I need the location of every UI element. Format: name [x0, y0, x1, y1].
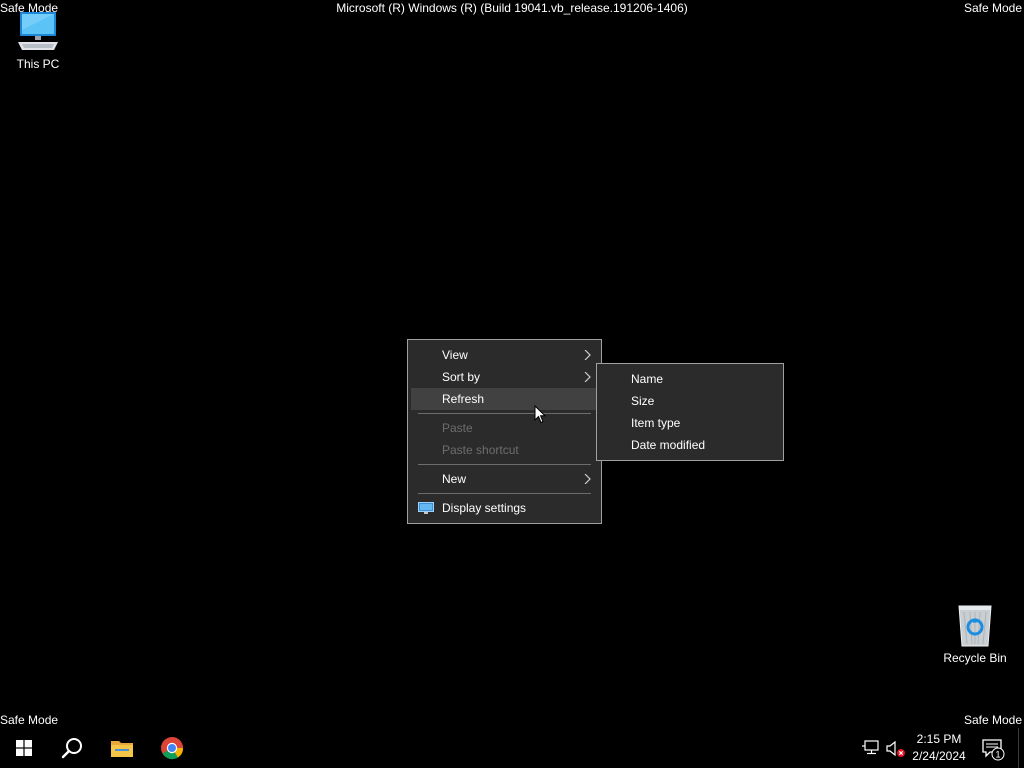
start-button[interactable]	[0, 728, 48, 768]
chevron-right-icon	[584, 350, 591, 360]
chrome-icon	[161, 737, 184, 760]
recycle-bin-icon	[958, 605, 992, 647]
safe-mode-label-bottom-right: Safe Mode	[963, 713, 1022, 727]
menu-item-label: New	[442, 472, 467, 486]
menu-item-label: Size	[631, 394, 655, 408]
menu-separator	[418, 464, 591, 465]
notification-count: 1	[995, 750, 1000, 760]
computer-icon	[18, 12, 58, 50]
menu-item-paste-shortcut: Paste shortcut	[411, 439, 598, 461]
chevron-right-icon	[584, 474, 591, 484]
action-center-icon: 1	[982, 739, 1005, 761]
menu-item-label: Item type	[631, 416, 681, 430]
search-button[interactable]	[48, 728, 96, 768]
chrome-button[interactable]	[148, 728, 196, 768]
taskbar: 2:15 PM 2/24/2024 1	[0, 728, 1024, 768]
desktop-icon-recycle-bin[interactable]: Recycle Bin	[937, 602, 1013, 665]
search-icon	[61, 738, 82, 759]
action-center-button[interactable]: 1	[982, 739, 1006, 766]
windows-logo-icon	[16, 740, 32, 756]
safe-mode-label-top-right: Safe Mode	[963, 1, 1022, 15]
file-explorer-button[interactable]	[98, 728, 146, 768]
menu-item-label: Name	[631, 372, 664, 386]
build-watermark: Microsoft (R) Windows (R) (Build 19041.v…	[336, 1, 688, 15]
file-explorer-icon	[111, 741, 133, 757]
menu-item-refresh[interactable]: Refresh	[411, 388, 598, 410]
menu-item-label: Sort by	[442, 370, 481, 384]
menu-item-label: Display settings	[442, 501, 527, 515]
safe-mode-label-bottom-left: Safe Mode	[0, 713, 59, 727]
menu-item-label: Paste	[442, 421, 473, 435]
sort-option-size[interactable]: Size	[600, 390, 780, 412]
sort-option-item-type[interactable]: Item type	[600, 412, 780, 434]
sort-option-date-modified[interactable]: Date modified	[600, 434, 780, 456]
volume-muted-icon[interactable]	[886, 740, 906, 758]
menu-item-new[interactable]: New	[411, 468, 598, 490]
chevron-right-icon	[584, 372, 591, 382]
sort-by-submenu: Name Size Item type Date modified	[596, 363, 784, 461]
mouse-cursor-icon	[534, 405, 546, 424]
menu-separator	[418, 413, 591, 414]
menu-separator	[418, 493, 591, 494]
menu-item-paste: Paste	[411, 417, 598, 439]
network-icon[interactable]	[862, 740, 880, 756]
show-desktop-button[interactable]	[1018, 728, 1019, 768]
menu-item-display-settings[interactable]: Display settings	[411, 497, 598, 519]
desktop[interactable]: Safe Mode Microsoft (R) Windows (R) (Bui…	[0, 0, 1024, 728]
menu-item-sort-by[interactable]: Sort by	[411, 366, 598, 388]
desktop-icon-label: This PC	[16, 57, 60, 71]
desktop-context-menu: View Sort by Refresh Paste Paste shortcu…	[407, 339, 602, 524]
menu-item-label: Date modified	[631, 438, 706, 452]
clock-time: 2:15 PM	[916, 732, 962, 746]
menu-item-label: Paste shortcut	[442, 443, 519, 457]
sort-option-name[interactable]: Name	[600, 368, 780, 390]
desktop-icon-label: Recycle Bin	[943, 651, 1007, 665]
menu-item-view[interactable]: View	[411, 344, 598, 366]
menu-item-label: Refresh	[442, 392, 485, 406]
display-settings-icon	[418, 502, 434, 514]
clock-date: 2/24/2024	[912, 749, 966, 763]
menu-item-label: View	[442, 348, 468, 362]
taskbar-clock[interactable]: 2:15 PM 2/24/2024	[905, 731, 973, 765]
desktop-icon-this-pc[interactable]: This PC	[0, 10, 76, 71]
